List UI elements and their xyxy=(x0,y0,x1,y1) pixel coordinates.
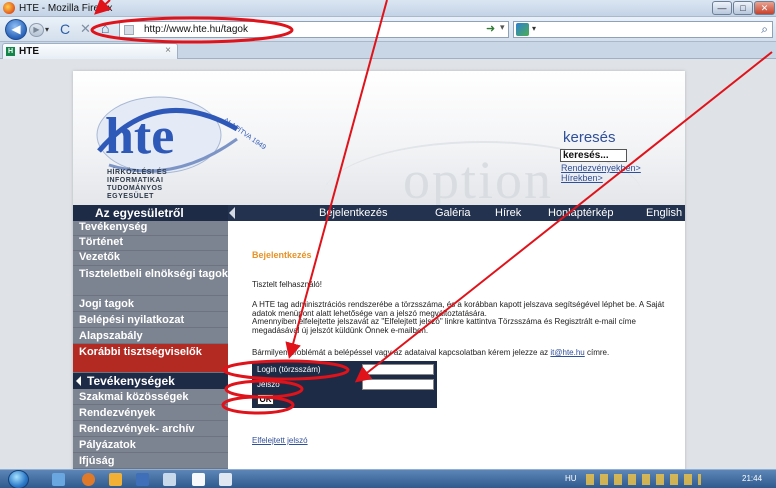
search-icon[interactable]: ⌕ xyxy=(761,22,768,37)
sidebar-item-history[interactable]: Történet xyxy=(73,236,228,251)
document-taskbar-icon[interactable] xyxy=(192,473,205,486)
nav-news[interactable]: Hírek xyxy=(495,206,521,220)
sidebar-item-events-archive[interactable]: Rendezvények- archív xyxy=(73,421,228,437)
sidebar-item-leaders[interactable]: Vezetők xyxy=(73,251,228,266)
svg-text:hte: hte xyxy=(105,108,174,165)
home-button[interactable]: ⌂ xyxy=(101,20,109,36)
contact-paragraph: Bármilyen problémát a belépéssel vagy az… xyxy=(252,348,610,357)
ok-button[interactable]: OK xyxy=(257,394,274,405)
search-engine-dropdown-icon[interactable]: ▾ xyxy=(532,24,536,33)
window-title: HTE - Mozilla Firefox xyxy=(19,3,113,14)
intro-paragraph: A HTE tag adminisztrációs rendszerébe a … xyxy=(252,300,665,318)
app-taskbar-icon[interactable] xyxy=(163,473,176,486)
nav-login[interactable]: Bejelentkezés xyxy=(319,206,388,220)
maximize-button[interactable]: □ xyxy=(733,1,753,15)
system-tray-icons[interactable] xyxy=(586,474,701,485)
login-label: Login (törzsszám) xyxy=(257,365,321,374)
url-dropdown-icon[interactable]: ▾ xyxy=(500,22,505,33)
page-viewport: option hte ALAPÍTVA 1949 HÍRKÖZLÉSI ÉS I… xyxy=(0,59,776,469)
chevron-left-icon xyxy=(229,207,235,219)
reload-button[interactable]: C xyxy=(60,21,70,37)
window-titlebar: HTE - Mozilla Firefox — □ ✕ xyxy=(0,0,776,17)
sidebar-item-activity[interactable]: Tevékenység xyxy=(73,221,228,236)
hte-page: option hte ALAPÍTVA 1949 HÍRKÖZLÉSI ÉS I… xyxy=(73,71,685,469)
forgot-info-paragraph: Amennyiben elfelejtette jelszavát az "El… xyxy=(252,317,636,335)
logo-tagline: HÍRKÖZLÉSI ÉS INFORMATIKAI TUDOMÁNYOS EG… xyxy=(107,169,168,200)
tab-label[interactable]: HTE xyxy=(19,46,39,57)
nav-english[interactable]: English xyxy=(646,206,682,220)
sidebar-item-legal-members[interactable]: Jogi tagok xyxy=(73,296,228,312)
sidebar-menu: Tevékenység Történet Vezetők Tiszteletbe… xyxy=(73,221,228,469)
site-banner: option hte ALAPÍTVA 1949 HÍRKÖZLÉSI ÉS I… xyxy=(73,71,685,205)
search-engine-icon[interactable] xyxy=(516,23,529,36)
sidebar-item-former-officers[interactable]: Korábbi tisztségviselők xyxy=(73,344,228,373)
nav-sitemap[interactable]: Honlaptérkép xyxy=(548,206,613,220)
close-window-button[interactable]: ✕ xyxy=(754,1,775,15)
minimize-button[interactable]: — xyxy=(712,1,732,15)
clock[interactable]: 21:44 xyxy=(742,474,762,483)
language-indicator[interactable]: HU xyxy=(565,474,577,483)
search-scope-links[interactable]: Rendezvényekben> Hírekben> xyxy=(561,163,685,183)
save-taskbar-icon[interactable] xyxy=(136,473,149,486)
site-identity-icon[interactable] xyxy=(124,25,134,35)
ie-taskbar-icon[interactable] xyxy=(52,473,65,486)
tab-close-icon[interactable]: × xyxy=(165,45,171,56)
navigation-toolbar: ◀ ▶ ▾ C ✕ ⌂ http://www.hte.hu/tagok ➜ ▾ … xyxy=(0,17,776,42)
start-button[interactable] xyxy=(8,470,29,488)
firefox-icon xyxy=(3,2,15,14)
forgot-password-link[interactable]: Elfelejtett jelszó xyxy=(252,436,308,445)
greeting-text: Tisztelt felhasználó! xyxy=(252,280,322,289)
site-search-title: keresés xyxy=(563,129,616,146)
sidebar-item-youth[interactable]: Ifjúság xyxy=(73,453,228,469)
password-label: Jelszó xyxy=(257,380,280,389)
browser-search-box[interactable]: ▾ ⌕ xyxy=(513,21,773,38)
sidebar-item-grants[interactable]: Pályázatok xyxy=(73,437,228,453)
top-navigation: Az egyesületről Bejelentkezés Galéria Hí… xyxy=(73,205,685,221)
tab-hte[interactable]: H HTE × xyxy=(2,43,178,59)
chevron-left-icon xyxy=(76,376,81,386)
tab-bar: H HTE × xyxy=(0,42,776,59)
sidebar-section-label: Tevékenységek xyxy=(87,374,175,388)
sidebar-item-membership-form[interactable]: Belépési nyilatkozat xyxy=(73,312,228,328)
firefox-taskbar-icon[interactable] xyxy=(82,473,95,486)
sidebar-item-statutes[interactable]: Alapszabály xyxy=(73,328,228,344)
stop-button[interactable]: ✕ xyxy=(80,21,91,37)
password-input[interactable] xyxy=(362,379,434,390)
sidebar-item-honorary-board[interactable]: Tiszteletbeli elnökségi tagok xyxy=(73,266,228,296)
site-search-input[interactable] xyxy=(560,149,627,162)
sidebar-section-activities[interactable]: Tevékenységek xyxy=(73,373,228,389)
page-title: Bejelentkezés xyxy=(252,250,312,260)
login-form: Login (törzsszám) Jelszó OK xyxy=(252,361,437,408)
hte-logo[interactable]: hte ALAPÍTVA 1949 HÍRKÖZLÉSI ÉS INFORMAT… xyxy=(87,89,277,200)
support-email-link[interactable]: it@hte.hu xyxy=(550,348,584,357)
banner-decoration-text: option xyxy=(403,150,554,205)
media-taskbar-icon[interactable] xyxy=(109,473,122,486)
forward-button[interactable]: ▶ xyxy=(29,23,44,37)
nav-gallery[interactable]: Galéria xyxy=(435,206,470,220)
sidebar-item-events[interactable]: Rendezvények xyxy=(73,405,228,421)
url-text[interactable]: http://www.hte.hu/tagok xyxy=(144,24,248,35)
go-button[interactable]: ➜ xyxy=(486,22,495,35)
login-input[interactable] xyxy=(362,364,434,375)
sidebar-item-professional-communities[interactable]: Szakmai közösségek xyxy=(73,389,228,405)
hte-favicon: H xyxy=(6,47,15,56)
address-bar[interactable]: http://www.hte.hu/tagok xyxy=(119,21,509,38)
sidebar-header-about[interactable]: Az egyesületről xyxy=(73,205,228,221)
back-button[interactable]: ◀ xyxy=(5,19,27,40)
history-dropdown-icon[interactable]: ▾ xyxy=(45,25,49,34)
windows-taskbar: HU 21:44 xyxy=(0,469,776,488)
window-taskbar-icon[interactable] xyxy=(219,473,232,486)
